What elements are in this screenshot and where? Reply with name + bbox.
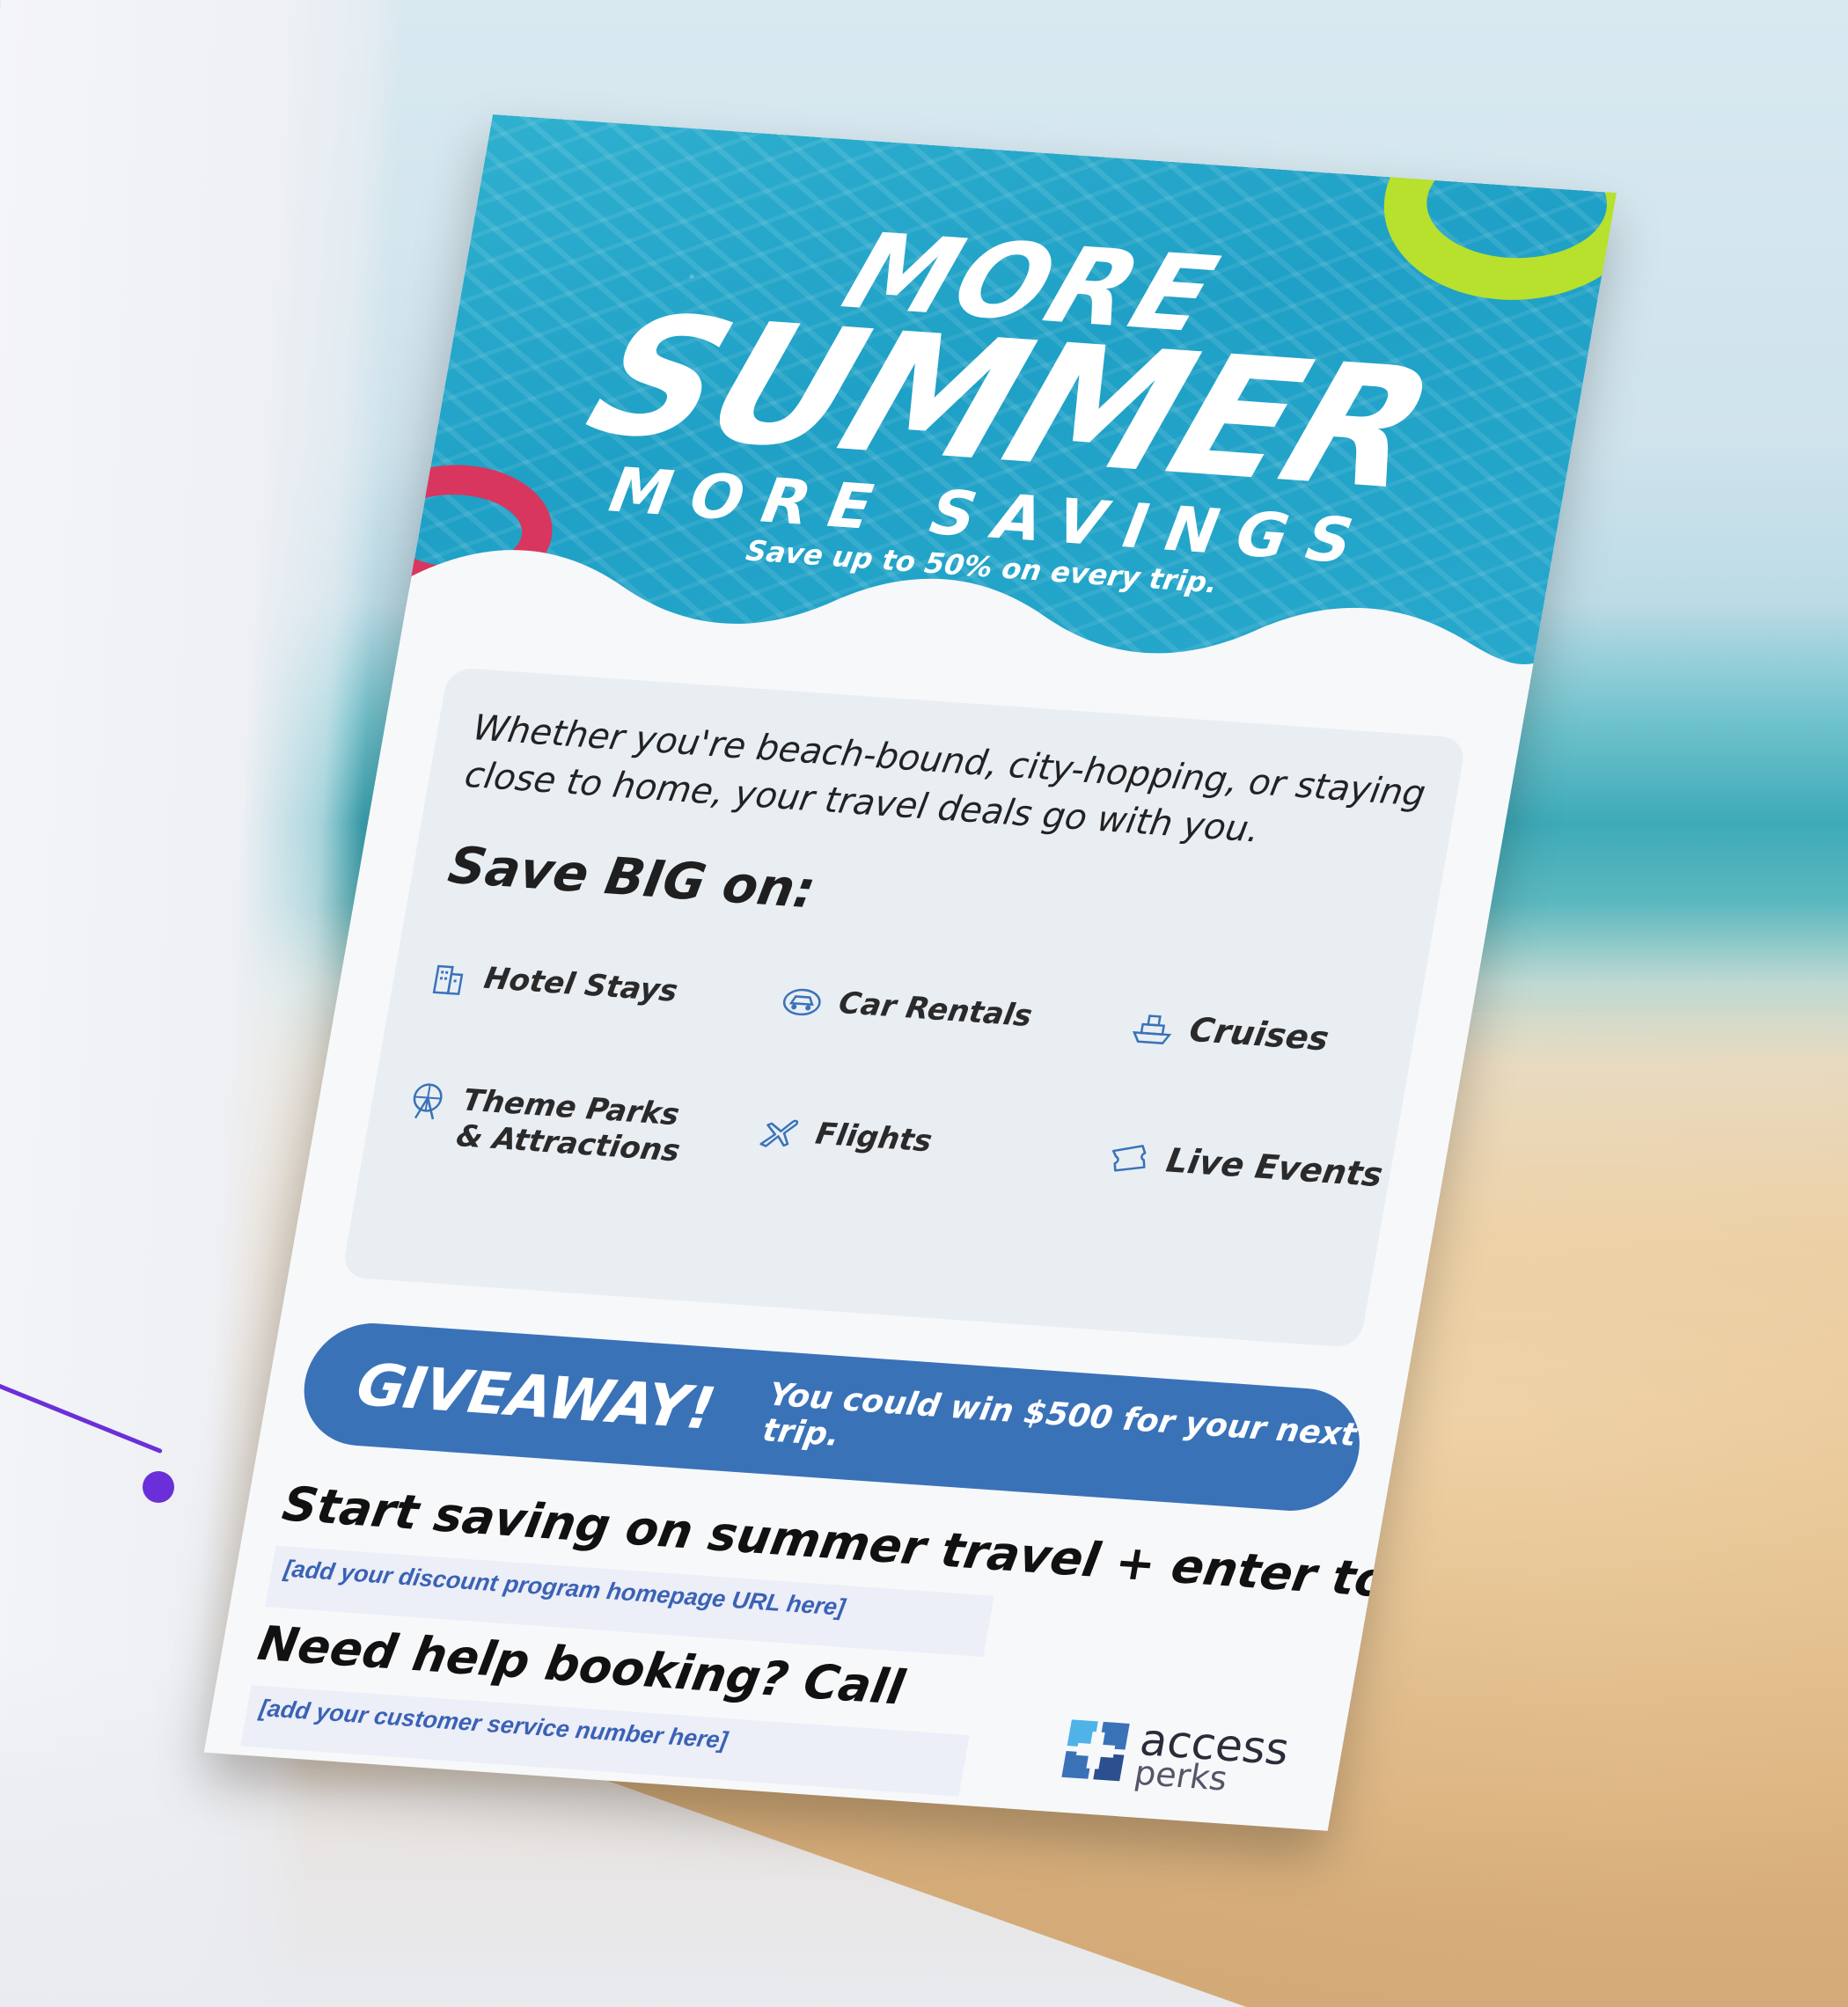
cruise-ship-icon — [1132, 1014, 1172, 1044]
ticket-icon — [1111, 1145, 1147, 1172]
hotel-icon — [432, 964, 464, 996]
giveaway-banner: GIVEAWAY! You could win $500 for your ne… — [294, 1319, 1370, 1515]
logo-wordmark: access perks — [1132, 1714, 1294, 1798]
annotation-pointer-dot — [143, 1471, 174, 1503]
access-perks-logo: access perks — [1059, 1714, 1294, 1798]
logo-mark-icon — [1060, 1719, 1130, 1782]
beach-background: MORE SUMMER MORE SAVINGS Save up to 50% … — [0, 0, 1848, 2007]
giveaway-title: GIVEAWAY! — [351, 1350, 720, 1443]
ferris-wheel-icon — [413, 1083, 443, 1120]
giveaway-text: You could win $500 for your next trip. — [759, 1376, 1360, 1454]
car-icon — [782, 988, 821, 1016]
airplane-icon — [759, 1119, 799, 1147]
benefit-label: Flights — [812, 1116, 935, 1160]
